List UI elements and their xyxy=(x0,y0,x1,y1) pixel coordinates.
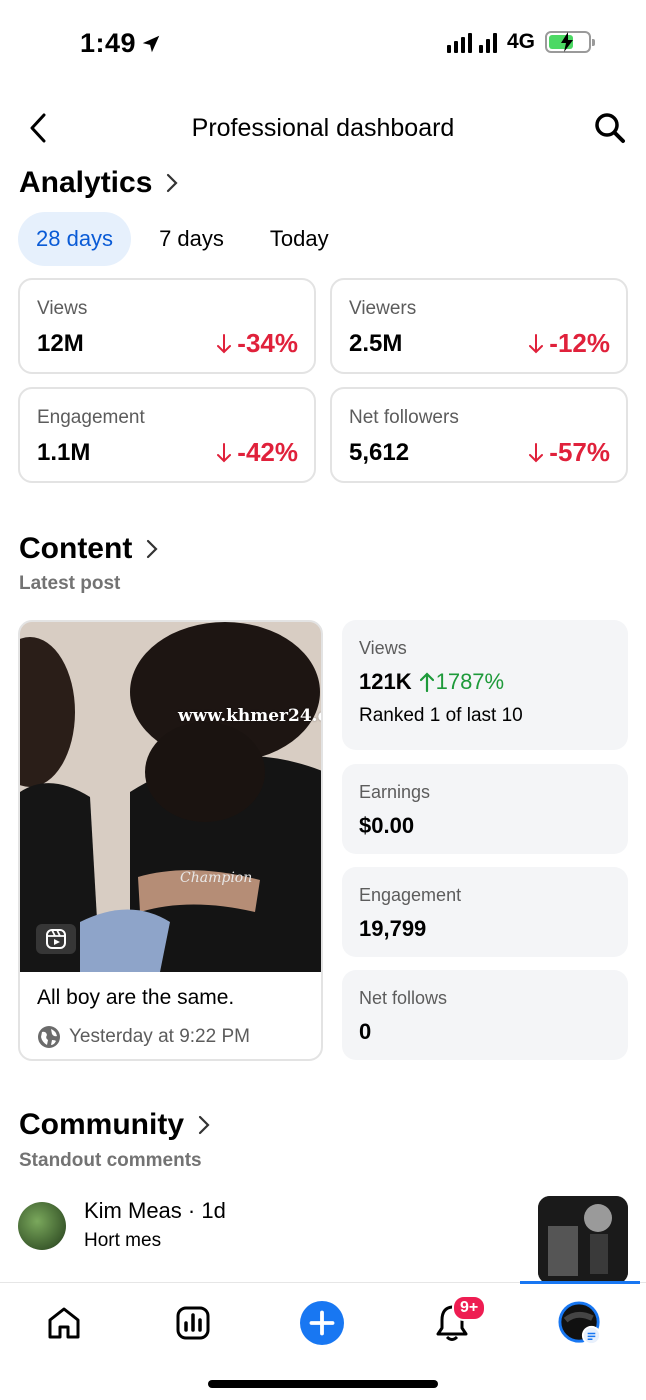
metric-value: 12M xyxy=(37,330,84,357)
globe-icon xyxy=(38,1026,60,1048)
metric-card-net-followers[interactable]: Net followers 5,612 -57% xyxy=(330,387,628,483)
post-watermark: www.khmer24.c xyxy=(178,706,321,726)
notification-badge: 9+ xyxy=(452,1295,487,1321)
status-time-text: 1:49 xyxy=(80,28,137,58)
metric-change-text: -12% xyxy=(549,328,610,358)
arrow-up-icon xyxy=(419,672,434,692)
tab-28-days[interactable]: 28 days xyxy=(18,212,132,266)
content-title: Content xyxy=(19,532,133,565)
content-section-link[interactable]: Content xyxy=(19,532,158,566)
search-icon xyxy=(595,113,625,143)
comment-user: Kim Meas · 1d xyxy=(84,1198,226,1223)
stat-value: 121K xyxy=(359,669,412,694)
metric-label: Viewers xyxy=(349,298,417,319)
plus-icon xyxy=(300,1301,344,1345)
stat-value-row: 121K 1787% xyxy=(359,669,611,695)
date-range-tabs: 28 days 7 days Today xyxy=(18,212,347,266)
comment-post-thumbnail xyxy=(538,1196,628,1284)
status-time: 1:49 xyxy=(80,28,162,59)
avatar xyxy=(18,1202,66,1250)
metric-label: Engagement xyxy=(37,407,145,428)
comment-item[interactable]: Kim Meas · 1d Hort mes xyxy=(18,1196,628,1284)
nav-home[interactable] xyxy=(42,1301,86,1345)
stat-change: 1787% xyxy=(419,669,505,695)
metrics-grid: Views 12M -34% Viewers 2.5M -12% Engagem… xyxy=(18,278,628,483)
stat-card-engagement[interactable]: Engagement 19,799 xyxy=(342,867,628,957)
stat-card-net-follows[interactable]: Net follows 0 xyxy=(342,970,628,1060)
arrow-down-icon xyxy=(217,442,232,462)
stat-card-views[interactable]: Views 121K 1787% Ranked 1 of last 10 xyxy=(342,620,628,750)
metric-label: Views xyxy=(37,298,88,319)
nav-notifications[interactable]: 9+ xyxy=(430,1295,487,1345)
community-section-link[interactable]: Community xyxy=(19,1108,210,1142)
insights-icon xyxy=(176,1306,210,1340)
arrow-down-icon xyxy=(217,333,232,353)
metric-label: Net followers xyxy=(349,407,459,428)
comment-text: Hort mes xyxy=(84,1230,162,1251)
battery-icon xyxy=(545,31,595,53)
page-title: Professional dashboard xyxy=(191,114,455,142)
post-caption: All boy are the same. xyxy=(37,986,235,1009)
metric-change: -42% xyxy=(217,437,298,468)
status-bar: 1:49 4G xyxy=(0,0,646,90)
analytics-title: Analytics xyxy=(19,166,153,199)
signal-icon xyxy=(446,31,497,53)
metric-value: 2.5M xyxy=(349,330,403,357)
stat-value: $0.00 xyxy=(359,813,415,838)
svg-text:Champion: Champion xyxy=(180,870,252,886)
metric-card-engagement[interactable]: Engagement 1.1M -42% xyxy=(18,387,316,483)
metric-change: -12% xyxy=(529,328,610,359)
metric-change-text: -42% xyxy=(237,437,298,467)
home-indicator xyxy=(208,1380,438,1388)
metric-card-viewers[interactable]: Viewers 2.5M -12% xyxy=(330,278,628,374)
network-type: 4G xyxy=(506,30,535,53)
post-time: Yesterday at 9:22 PM xyxy=(37,1025,250,1049)
stat-label: Earnings xyxy=(359,782,431,802)
analytics-section-link[interactable]: Analytics xyxy=(19,166,178,200)
header: Professional dashboard xyxy=(0,100,646,156)
profile-avatar-icon xyxy=(558,1301,602,1345)
community-subtitle: Standout comments xyxy=(19,1150,202,1171)
stat-label: Net follows xyxy=(359,988,448,1008)
metric-change-text: -34% xyxy=(237,328,298,358)
location-arrow-icon xyxy=(142,35,160,52)
stat-label: Engagement xyxy=(359,885,462,905)
nav-create[interactable] xyxy=(300,1301,344,1345)
stat-change-text: 1787% xyxy=(435,669,505,694)
post-time-text: Yesterday at 9:22 PM xyxy=(69,1026,250,1047)
content-subtitle: Latest post xyxy=(19,573,121,594)
metric-change: -34% xyxy=(217,328,298,359)
metric-change-text: -57% xyxy=(549,437,610,467)
metric-value: 1.1M xyxy=(37,439,91,466)
arrow-down-icon xyxy=(529,333,544,353)
post-thumbnail-image: Champion xyxy=(20,622,321,972)
latest-post-card[interactable]: Champion www.khmer24.c All boy are the s… xyxy=(18,620,323,1061)
home-icon xyxy=(48,1307,80,1339)
search-button[interactable] xyxy=(592,110,628,146)
chevron-right-icon xyxy=(147,539,158,559)
post-thumbnail: Champion www.khmer24.c xyxy=(20,622,321,972)
reel-icon xyxy=(36,924,76,954)
chevron-right-icon xyxy=(198,1115,210,1135)
stat-rank: Ranked 1 of last 10 xyxy=(359,705,523,726)
stat-value: 19,799 xyxy=(359,916,427,941)
stat-label: Views xyxy=(359,638,407,658)
metric-card-views[interactable]: Views 12M -34% xyxy=(18,278,316,374)
tab-7-days[interactable]: 7 days xyxy=(141,212,242,266)
tab-today[interactable]: Today xyxy=(252,212,347,266)
nav-insights[interactable] xyxy=(171,1301,215,1345)
stat-card-earnings[interactable]: Earnings $0.00 xyxy=(342,764,628,854)
metric-change: -57% xyxy=(529,437,610,468)
chevron-right-icon xyxy=(167,173,178,193)
stat-value: 0 xyxy=(359,1019,372,1044)
community-title: Community xyxy=(19,1108,184,1141)
metric-value: 5,612 xyxy=(349,439,410,466)
nav-profile[interactable] xyxy=(558,1301,602,1345)
arrow-down-icon xyxy=(529,442,544,462)
active-tab-indicator xyxy=(520,1281,640,1284)
